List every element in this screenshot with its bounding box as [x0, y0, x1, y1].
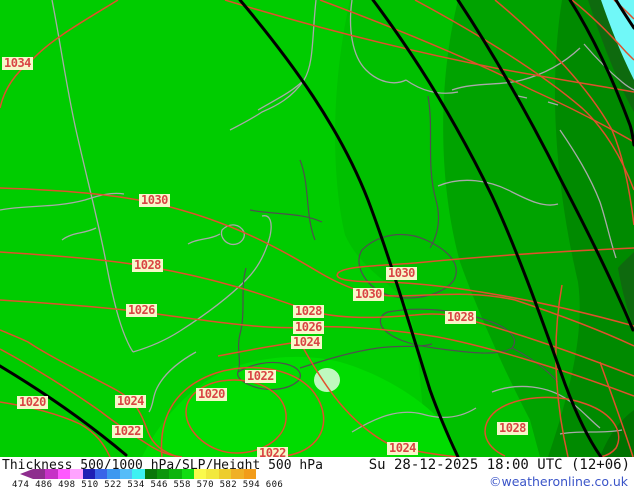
legend-color-segment	[82, 469, 95, 479]
pressure-label: 1026	[293, 320, 324, 334]
pressure-label: 1028	[132, 258, 163, 272]
map-canvas	[0, 0, 634, 457]
legend-color-segment	[194, 469, 207, 479]
pressure-label: 1022	[245, 369, 276, 383]
legend-color-segment	[206, 469, 219, 479]
pressure-label: 1030	[386, 266, 417, 280]
pressure-label: 1024	[291, 335, 322, 349]
legend-color-segment	[57, 469, 71, 479]
pressure-label: 1020	[196, 387, 227, 401]
pressure-label: 1024	[387, 441, 418, 455]
pressure-label: 1030	[353, 287, 384, 301]
legend-color-segment	[218, 469, 232, 479]
pressure-label: 1028	[445, 310, 476, 324]
legend-scale-values: 474 486 498 510 522 534 546 558 570 582 …	[12, 480, 284, 490]
legend-color-segment	[243, 469, 257, 479]
legend-color-segment	[107, 469, 120, 479]
legend-color-segment	[94, 469, 108, 479]
map-datetime: Su 28-12-2025 18:00 UTC (12+06)	[368, 457, 630, 473]
legend-color-segment	[70, 469, 83, 479]
pressure-label: 1028	[497, 421, 528, 435]
footer-bar: Thickness 500/1000 hPa/SLP/Height 500 hP…	[0, 457, 634, 490]
legend-color-segment	[169, 469, 182, 479]
thickness-legend-bar	[20, 469, 257, 479]
legend-color-segment	[156, 469, 170, 479]
pressure-label: 1022	[112, 424, 143, 438]
legend-color-segment	[144, 469, 157, 479]
weather-map-screenshot: 1034 1030 1028 1026 1030 1030 1028 1026 1024 1028…	[0, 0, 634, 490]
legend-color-segment	[231, 469, 244, 479]
pressure-label: 1024	[115, 394, 146, 408]
pressure-label: 1020	[17, 395, 48, 409]
map-area: 1034 1030 1028 1026 1030 1030 1028 1026 1024 1028…	[0, 0, 634, 460]
pressure-label: 1026	[126, 303, 157, 317]
pressure-label: 1030	[139, 193, 170, 207]
legend-color-segment	[33, 469, 46, 479]
pressure-label: 1034	[2, 56, 33, 70]
legend-color-segment	[132, 469, 145, 479]
legend-color-segment	[119, 469, 133, 479]
legend-arrow-icon	[20, 469, 33, 479]
legend-color-segment	[181, 469, 195, 479]
legend-color-segment	[45, 469, 58, 479]
copyright-link[interactable]: ©weatheronline.co.uk	[489, 474, 628, 489]
pressure-label: 1028	[293, 304, 324, 318]
